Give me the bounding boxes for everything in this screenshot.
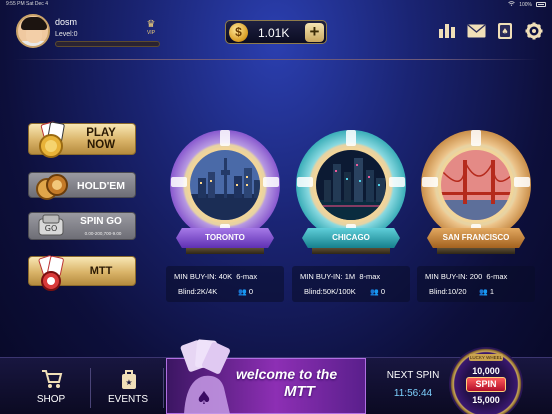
- username: dosm: [55, 17, 78, 27]
- table-san-francisco[interactable]: SAN FRANCISCO MIN BUY-IN: 200 6-max Blin…: [417, 128, 535, 304]
- blind-level: Blind:50K/100K: [304, 287, 356, 296]
- toronto-skyline-image: [187, 147, 263, 223]
- svg-text:♠: ♠: [501, 27, 508, 36]
- events-label: EVENTS: [107, 394, 148, 405]
- play-now-button[interactable]: PLAY NOW: [28, 121, 136, 158]
- table-chip-chicago[interactable]: [296, 130, 406, 240]
- table-info: MIN BUY-IN: 200 6-max Blind:10/20 👥 1: [417, 266, 535, 302]
- holdem-button[interactable]: HOLD'EM: [28, 172, 136, 200]
- table-chip-san-francisco[interactable]: [421, 130, 531, 240]
- wifi-icon: [508, 1, 515, 8]
- coins-cards-icon: [33, 120, 73, 160]
- events-bag-icon: ★: [118, 368, 140, 390]
- chips-icon: [33, 169, 73, 209]
- person-icon: 👥: [479, 289, 488, 296]
- level-label: Level:0: [55, 31, 78, 38]
- person-icon: 👥: [370, 289, 379, 296]
- city-ribbon: CHICAGO: [302, 228, 400, 248]
- table-info: MIN BUY-IN: 40K 6-max Blind:2K/4K 👥 0: [166, 266, 284, 302]
- player-count: 0: [248, 287, 253, 296]
- lucky-wheel[interactable]: LUCKY WHEEL 10,000 SPIN 15,000: [449, 347, 523, 414]
- table-toronto[interactable]: TORONTO MIN BUY-IN: 40K 6-max Blind:2K/4…: [166, 128, 284, 304]
- coin-amount: 1.01K: [258, 26, 290, 40]
- city-ribbon: SAN FRANCISCO: [427, 228, 525, 248]
- table-info: MIN BUY-IN: 1M 8-max Blind:50K/100K 👥 0: [292, 266, 410, 302]
- events-button[interactable]: ★ EVENTS: [93, 364, 163, 410]
- svg-text:♠: ♠: [196, 388, 212, 409]
- coin-balance: $ 1.01K +: [225, 20, 327, 44]
- max-seats: 8-max: [359, 272, 381, 281]
- svg-text:GO: GO: [45, 224, 58, 233]
- next-spin: NEXT SPIN 11:56:44: [378, 370, 448, 399]
- trophy-cards-icon: [33, 253, 73, 293]
- vip-badge[interactable]: ♛ VIP: [142, 19, 160, 37]
- min-buyin: MIN BUY-IN: 40K: [174, 272, 233, 281]
- mtt-welcome-banner[interactable]: ♠ welcome to the MTT: [166, 336, 366, 414]
- wheel-bottom-prize: 15,000: [472, 395, 500, 405]
- shop-label: SHOP: [36, 394, 66, 405]
- status-date: Sat Dec 4: [26, 1, 48, 7]
- cart-icon: [41, 368, 63, 390]
- city-ribbon: TORONTO: [176, 228, 274, 248]
- svg-text:★: ★: [125, 378, 132, 387]
- battery-icon: [536, 2, 546, 7]
- bottom-bar: SHOP ★ EVENTS ♠ welcome to the MTT NEXT …: [0, 339, 552, 414]
- xp-progress-bar: [55, 41, 160, 47]
- spin-go-button[interactable]: GO SPIN GO 0.00-200,700-9.00: [28, 212, 136, 240]
- holdem-label: HOLD'EM: [77, 180, 125, 192]
- play-now-label: PLAY NOW: [86, 127, 116, 151]
- golden-gate-image: [438, 147, 514, 223]
- mail-icon[interactable]: [466, 21, 486, 41]
- table-chip-toronto[interactable]: [170, 130, 280, 240]
- battery-percent: 100%: [519, 1, 532, 8]
- max-seats: 6-max: [236, 272, 258, 281]
- max-seats: 6-max: [486, 272, 508, 281]
- mtt-label: MTT: [89, 265, 113, 277]
- nav-divider: [90, 368, 91, 408]
- crown-icon: ♛: [146, 19, 156, 30]
- cards-hand-icon: ♠: [176, 336, 236, 414]
- min-buyin: MIN BUY-IN: 1M: [300, 272, 356, 281]
- next-spin-label: NEXT SPIN: [386, 370, 440, 381]
- blind-level: Blind:10/20: [429, 287, 467, 296]
- wheel-top-prize: 10,000: [472, 366, 500, 376]
- banner-line2: MTT: [284, 383, 315, 400]
- header: dosm Level:0 ♛ VIP $ 1.01K + ♠: [0, 9, 552, 60]
- wheel-tag: LUCKY WHEEL: [469, 354, 503, 361]
- coin-icon: $: [229, 23, 248, 42]
- spin-go-label: SPIN GO: [80, 216, 122, 227]
- status-bar: 9:55 PM Sat Dec 4 100%: [0, 0, 552, 9]
- nav-divider: [163, 368, 164, 408]
- spin-button[interactable]: SPIN: [466, 377, 506, 392]
- vip-label: VIP: [146, 30, 156, 36]
- blind-level: Blind:2K/4K: [178, 287, 218, 296]
- min-buyin: MIN BUY-IN: 200: [425, 272, 483, 281]
- person-icon: 👥: [238, 289, 247, 296]
- avatar[interactable]: [16, 14, 50, 48]
- table-chicago[interactable]: CHICAGO MIN BUY-IN: 1M 8-max Blind:50K/1…: [292, 128, 410, 304]
- next-spin-timer: 11:56:44: [393, 388, 433, 399]
- header-divider: [14, 59, 538, 60]
- chicago-skyline-image: [313, 147, 389, 223]
- add-coins-button[interactable]: +: [305, 23, 324, 42]
- mtt-button[interactable]: MTT: [28, 255, 136, 291]
- player-count: 0: [380, 287, 385, 296]
- spin-go-icon: GO: [33, 209, 73, 249]
- spin-go-range: 0.00-200,700-9.00: [84, 231, 122, 236]
- banner-line1: welcome to the: [236, 366, 338, 382]
- settings-icon[interactable]: [524, 21, 544, 41]
- leaderboard-icon[interactable]: [437, 21, 457, 41]
- status-time: 9:55 PM: [6, 1, 25, 7]
- cards-book-icon[interactable]: ♠: [495, 21, 515, 41]
- player-count: 1: [489, 287, 494, 296]
- shop-button[interactable]: SHOP: [16, 364, 86, 410]
